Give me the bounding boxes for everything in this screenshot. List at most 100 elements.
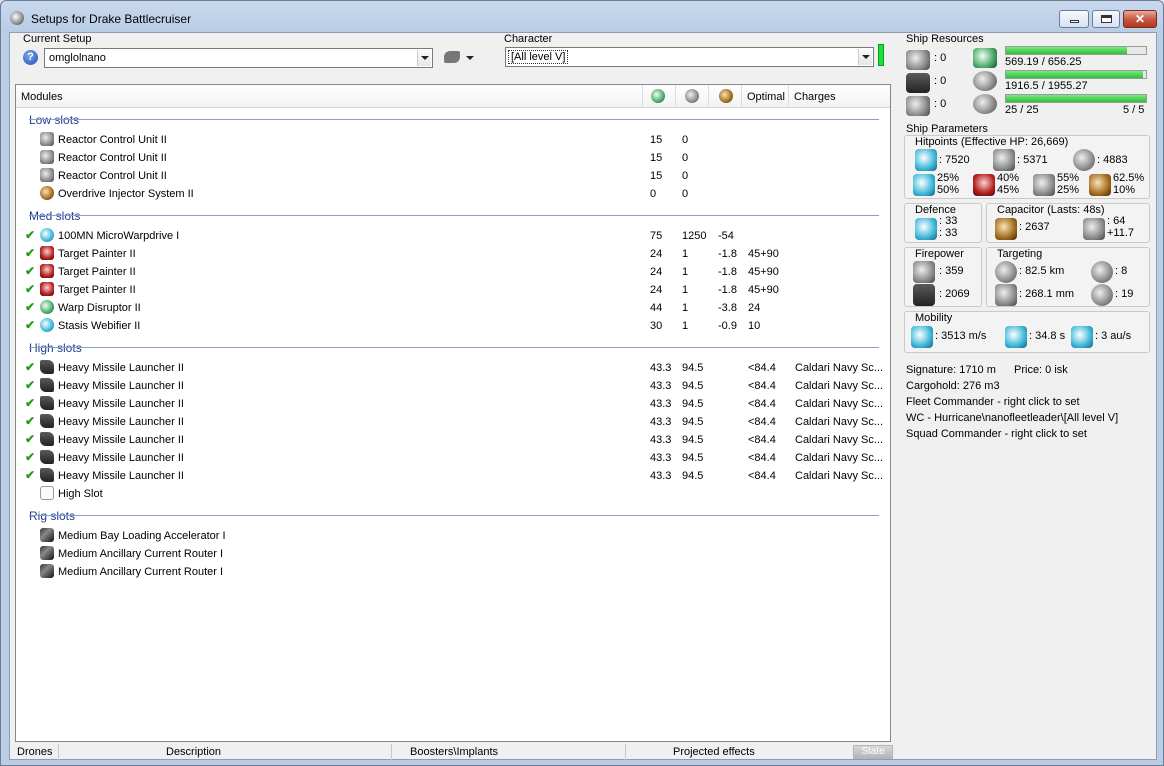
module-row[interactable]: ✔ Heavy Missile Launcher II 43.3 94.5 <8…: [16, 467, 886, 485]
empty-slot-row[interactable]: High Slot: [16, 485, 886, 503]
module-row[interactable]: Reactor Control Unit II 15 0: [16, 149, 886, 167]
module-optimal: 10: [748, 320, 761, 332]
online-check-icon[interactable]: ✔: [25, 264, 35, 278]
module-row[interactable]: Medium Ancillary Current Router I: [16, 545, 886, 563]
maximize-button[interactable]: [1092, 10, 1120, 28]
align-time: : 34.8 s: [1029, 330, 1066, 342]
col-modules[interactable]: Modules: [16, 85, 643, 108]
tab-description[interactable]: Description: [59, 744, 392, 760]
col-charges[interactable]: Charges: [789, 85, 892, 108]
module-name: Warp Disruptor II: [58, 302, 141, 314]
module-optimal: 45+90: [748, 266, 779, 278]
rig-icon: [40, 528, 54, 542]
state-button[interactable]: State: [853, 745, 893, 759]
module-charge[interactable]: Caldari Navy Sc...: [795, 416, 883, 428]
module-row[interactable]: Overdrive Injector System II 0 0: [16, 185, 886, 203]
module-pg: 1: [682, 320, 689, 332]
online-check-icon[interactable]: ✔: [25, 318, 35, 332]
online-check-icon[interactable]: ✔: [25, 300, 35, 314]
help-icon[interactable]: ?: [23, 50, 38, 65]
module-row[interactable]: ✔ Warp Disruptor II 44 1 -3.8 24: [16, 299, 886, 317]
tab-projected-effects[interactable]: Projected effects: [626, 744, 849, 760]
module-row[interactable]: ✔ Heavy Missile Launcher II 43.3 94.5 <8…: [16, 431, 886, 449]
module-row[interactable]: Reactor Control Unit II 15 0: [16, 167, 886, 185]
module-pg: 0: [682, 188, 689, 200]
module-charge[interactable]: Caldari Navy Sc...: [795, 380, 883, 392]
ship-resources-title: Ship Resources: [906, 33, 984, 45]
modules-list[interactable]: Modules Optimal Charges Low slots Reacto…: [15, 84, 891, 742]
online-check-icon[interactable]: ✔: [25, 450, 35, 464]
fleet-commander-text[interactable]: Fleet Commander - right click to set: [906, 396, 1080, 408]
close-button[interactable]: ✕: [1123, 10, 1157, 28]
reactor-control-icon: [40, 132, 54, 146]
module-cpu: 15: [650, 134, 663, 146]
squad-commander-text[interactable]: Squad Commander - right click to set: [906, 428, 1087, 440]
module-row[interactable]: Reactor Control Unit II 15 0: [16, 131, 886, 149]
module-cpu: 24: [650, 284, 663, 296]
online-check-icon[interactable]: ✔: [25, 414, 35, 428]
minimize-button[interactable]: [1059, 10, 1089, 28]
module-name: Heavy Missile Launcher II: [58, 380, 184, 392]
online-check-icon[interactable]: ✔: [25, 378, 35, 392]
col-optimal[interactable]: Optimal: [742, 85, 789, 108]
module-optimal: <84.4: [748, 398, 776, 410]
wing-commander-text[interactable]: WC - Hurricane\nanofleetleader\[All leve…: [906, 412, 1118, 424]
cargohold-text: Cargohold: 276 m3: [906, 380, 1000, 392]
module-row[interactable]: ✔ Target Painter II 24 1 -1.8 45+90: [16, 263, 886, 281]
module-cpu: 43.3: [650, 380, 672, 392]
chevron-down-icon[interactable]: [858, 49, 872, 65]
character-select[interactable]: [All level V]: [505, 47, 874, 67]
tab-drones[interactable]: Drones: [15, 744, 59, 760]
col-powergrid[interactable]: [676, 85, 709, 108]
module-row[interactable]: ✔ Heavy Missile Launcher II 43.3 94.5 <8…: [16, 377, 886, 395]
missile-launcher-icon: [40, 378, 54, 392]
module-cap: -1.8: [718, 266, 737, 278]
module-cap: -0.9: [718, 320, 737, 332]
module-row[interactable]: Medium Bay Loading Accelerator I: [16, 527, 886, 545]
module-row[interactable]: ✔ Heavy Missile Launcher II 43.3 94.5 <8…: [16, 359, 886, 377]
tab-boosters-implants[interactable]: Boosters\Implants: [392, 744, 626, 760]
module-cap: -54: [718, 230, 734, 242]
high-slots-divider: [29, 347, 879, 348]
online-check-icon[interactable]: ✔: [25, 432, 35, 446]
module-row[interactable]: ✔ Heavy Missile Launcher II 43.3 94.5 <8…: [16, 395, 886, 413]
col-cpu[interactable]: [643, 85, 676, 108]
online-check-icon[interactable]: ✔: [25, 246, 35, 260]
module-charge[interactable]: Caldari Navy Sc...: [795, 362, 883, 374]
col-capacitor[interactable]: [709, 85, 742, 108]
online-check-icon[interactable]: ✔: [25, 396, 35, 410]
capacitor-recharge-a: : 64: [1107, 215, 1126, 227]
module-row[interactable]: ✔ Target Painter II 24 1 -1.8 45+90: [16, 281, 886, 299]
module-pg: 0: [682, 170, 689, 182]
module-charge[interactable]: Caldari Navy Sc...: [795, 398, 883, 410]
warp-disruptor-icon: [40, 300, 54, 314]
structure-hp: : 4883: [1097, 154, 1128, 166]
drones-value: 5 / 5: [1123, 104, 1145, 116]
online-check-icon[interactable]: ✔: [25, 468, 35, 482]
module-charge[interactable]: Caldari Navy Sc...: [795, 434, 883, 446]
module-row[interactable]: ✔ 100MN MicroWarpdrive I 75 1250 -54: [16, 227, 886, 245]
ship-menu-button[interactable]: [442, 48, 478, 68]
online-check-icon[interactable]: ✔: [25, 228, 35, 242]
signature-text: Signature: 1710 m: [906, 364, 996, 376]
module-pg: 0: [682, 134, 689, 146]
module-row[interactable]: ✔ Heavy Missile Launcher II 43.3 94.5 <8…: [16, 413, 886, 431]
module-charge[interactable]: Caldari Navy Sc...: [795, 470, 883, 482]
module-row[interactable]: ✔ Target Painter II 24 1 -1.8 45+90: [16, 245, 886, 263]
module-cpu: 24: [650, 266, 663, 278]
module-charge[interactable]: Caldari Navy Sc...: [795, 452, 883, 464]
shield-hp: : 7520: [939, 154, 970, 166]
setup-select[interactable]: omglolnano: [44, 48, 433, 68]
warp-speed: : 3 au/s: [1095, 330, 1132, 342]
chevron-down-icon[interactable]: [417, 50, 431, 66]
module-cap: -3.8: [718, 302, 737, 314]
cpu-icon: [973, 48, 997, 68]
module-row[interactable]: ✔ Stasis Webifier II 30 1 -0.9 10: [16, 317, 886, 335]
missile-launcher-icon: [40, 396, 54, 410]
module-row[interactable]: Medium Ancillary Current Router I: [16, 563, 886, 581]
kinetic-resist-b: 25%: [1057, 184, 1080, 196]
title-bar[interactable]: Setups for Drake Battlecruiser ✕: [1, 1, 1163, 33]
online-check-icon[interactable]: ✔: [25, 360, 35, 374]
online-check-icon[interactable]: ✔: [25, 282, 35, 296]
module-row[interactable]: ✔ Heavy Missile Launcher II 43.3 94.5 <8…: [16, 449, 886, 467]
